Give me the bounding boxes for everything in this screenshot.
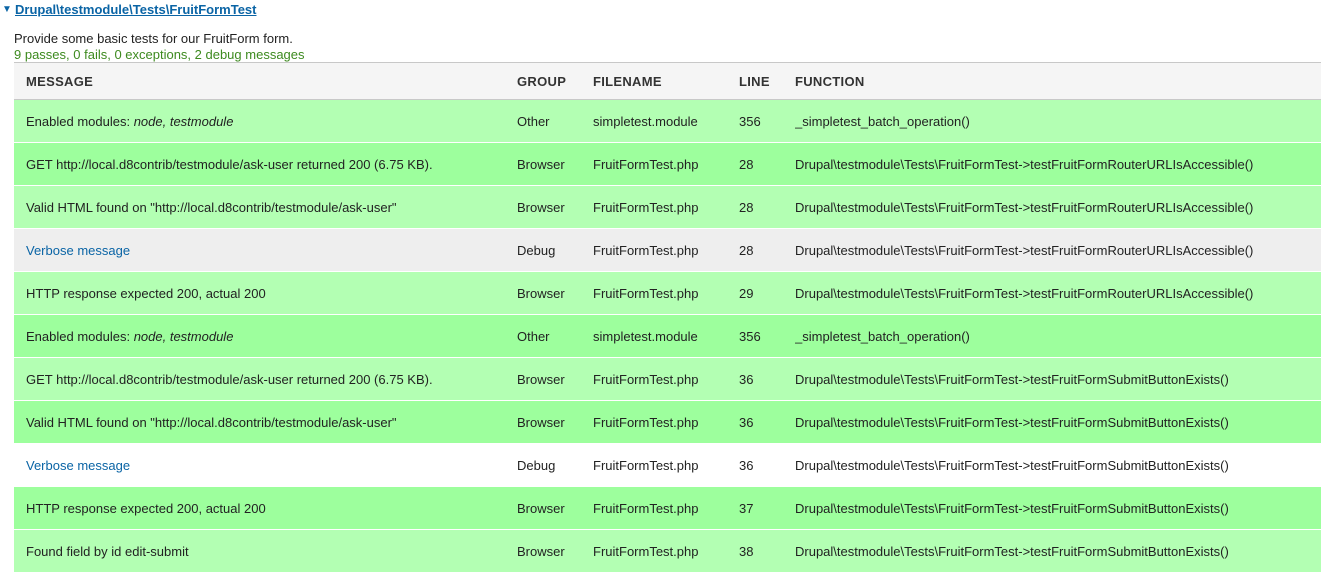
verbose-message-link[interactable]: Verbose message bbox=[26, 458, 130, 473]
test-summary-header[interactable]: ▼ Drupal\testmodule\Tests\FruitFormTest bbox=[0, 0, 257, 20]
cell-line: 28 bbox=[739, 229, 795, 272]
cell-filename: FruitFormTest.php bbox=[593, 530, 739, 572]
cell-group: Browser bbox=[517, 272, 593, 315]
cell-filename: simpletest.module bbox=[593, 315, 739, 358]
cell-function: Drupal\testmodule\Tests\FruitFormTest->t… bbox=[795, 487, 1321, 530]
column-header-function: FUNCTION bbox=[795, 63, 1321, 100]
cell-group: Browser bbox=[517, 401, 593, 444]
cell-line: 28 bbox=[739, 186, 795, 229]
column-header-message: MESSAGE bbox=[14, 63, 517, 100]
column-header-group: GROUP bbox=[517, 63, 593, 100]
cell-message: GET http://local.d8contrib/testmodule/as… bbox=[14, 358, 517, 401]
cell-filename: FruitFormTest.php bbox=[593, 229, 739, 272]
collapse-triangle-icon[interactable]: ▼ bbox=[2, 0, 14, 20]
cell-message: Verbose message bbox=[14, 444, 517, 487]
message-modules: node, testmodule bbox=[134, 114, 234, 129]
test-results-panel: ▼ Drupal\testmodule\Tests\FruitFormTest … bbox=[0, 0, 1321, 569]
table-row: HTTP response expected 200, actual 200 Br… bbox=[14, 487, 1321, 530]
column-header-line: LINE bbox=[739, 63, 795, 100]
cell-line: 29 bbox=[739, 272, 795, 315]
test-class-link[interactable]: Drupal\testmodule\Tests\FruitFormTest bbox=[15, 0, 257, 20]
cell-group: Browser bbox=[517, 143, 593, 186]
cell-message: Enabled modules: node, testmodule bbox=[14, 315, 517, 358]
message-text: Enabled modules: bbox=[26, 329, 134, 344]
results-table-body: Enabled modules: node, testmoduleOthersi… bbox=[14, 100, 1321, 572]
table-row: Found field by id edit-submit BrowserFrui… bbox=[14, 530, 1321, 572]
message-text: GET http://local.d8contrib/testmodule/as… bbox=[26, 372, 433, 387]
table-header-row: MESSAGE GROUP FILENAME LINE FUNCTION bbox=[14, 63, 1321, 100]
message-text: Valid HTML found on "http://local.d8cont… bbox=[26, 200, 397, 215]
cell-filename: FruitFormTest.php bbox=[593, 186, 739, 229]
cell-message: Valid HTML found on "http://local.d8cont… bbox=[14, 401, 517, 444]
cell-line: 28 bbox=[739, 143, 795, 186]
table-row: GET http://local.d8contrib/testmodule/as… bbox=[14, 143, 1321, 186]
cell-line: 356 bbox=[739, 315, 795, 358]
cell-message: Found field by id edit-submit bbox=[14, 530, 517, 572]
message-text: HTTP response expected 200, actual 200 bbox=[26, 501, 266, 516]
cell-message: HTTP response expected 200, actual 200 bbox=[14, 272, 517, 315]
cell-function: Drupal\testmodule\Tests\FruitFormTest->t… bbox=[795, 272, 1321, 315]
cell-function: _simpletest_batch_operation() bbox=[795, 100, 1321, 143]
cell-group: Debug bbox=[517, 444, 593, 487]
cell-message: Verbose message bbox=[14, 229, 517, 272]
cell-line: 37 bbox=[739, 487, 795, 530]
message-text: GET http://local.d8contrib/testmodule/as… bbox=[26, 157, 433, 172]
cell-group: Browser bbox=[517, 487, 593, 530]
table-row: Valid HTML found on "http://local.d8cont… bbox=[14, 401, 1321, 444]
cell-filename: FruitFormTest.php bbox=[593, 401, 739, 444]
column-header-filename: FILENAME bbox=[593, 63, 739, 100]
cell-function: Drupal\testmodule\Tests\FruitFormTest->t… bbox=[795, 358, 1321, 401]
test-description: Provide some basic tests for our FruitFo… bbox=[14, 31, 293, 47]
table-row: Verbose message DebugFruitFormTest.php28D… bbox=[14, 229, 1321, 272]
cell-line: 36 bbox=[739, 358, 795, 401]
cell-message: Valid HTML found on "http://local.d8cont… bbox=[14, 186, 517, 229]
message-text: Enabled modules: bbox=[26, 114, 134, 129]
message-text: HTTP response expected 200, actual 200 bbox=[26, 286, 266, 301]
cell-filename: FruitFormTest.php bbox=[593, 487, 739, 530]
cell-filename: simpletest.module bbox=[593, 100, 739, 143]
cell-group: Other bbox=[517, 315, 593, 358]
cell-line: 36 bbox=[739, 401, 795, 444]
cell-function: Drupal\testmodule\Tests\FruitFormTest->t… bbox=[795, 530, 1321, 572]
cell-line: 38 bbox=[739, 530, 795, 572]
cell-message: HTTP response expected 200, actual 200 bbox=[14, 487, 517, 530]
test-stats: 9 passes, 0 fails, 0 exceptions, 2 debug… bbox=[14, 47, 305, 63]
table-row: HTTP response expected 200, actual 200 Br… bbox=[14, 272, 1321, 315]
cell-group: Browser bbox=[517, 358, 593, 401]
message-text: Found field by id edit-submit bbox=[26, 544, 189, 559]
cell-message: Enabled modules: node, testmodule bbox=[14, 100, 517, 143]
cell-group: Browser bbox=[517, 186, 593, 229]
cell-filename: FruitFormTest.php bbox=[593, 444, 739, 487]
verbose-message-link[interactable]: Verbose message bbox=[26, 243, 130, 258]
cell-filename: FruitFormTest.php bbox=[593, 272, 739, 315]
cell-line: 36 bbox=[739, 444, 795, 487]
message-modules: node, testmodule bbox=[134, 329, 234, 344]
cell-function: _simpletest_batch_operation() bbox=[795, 315, 1321, 358]
cell-function: Drupal\testmodule\Tests\FruitFormTest->t… bbox=[795, 444, 1321, 487]
cell-function: Drupal\testmodule\Tests\FruitFormTest->t… bbox=[795, 186, 1321, 229]
table-row: GET http://local.d8contrib/testmodule/as… bbox=[14, 358, 1321, 401]
table-row: Verbose message DebugFruitFormTest.php36D… bbox=[14, 444, 1321, 487]
cell-group: Browser bbox=[517, 530, 593, 572]
cell-line: 356 bbox=[739, 100, 795, 143]
table-row: Enabled modules: node, testmoduleOthersi… bbox=[14, 100, 1321, 143]
cell-function: Drupal\testmodule\Tests\FruitFormTest->t… bbox=[795, 401, 1321, 444]
cell-group: Other bbox=[517, 100, 593, 143]
cell-message: GET http://local.d8contrib/testmodule/as… bbox=[14, 143, 517, 186]
cell-filename: FruitFormTest.php bbox=[593, 358, 739, 401]
results-table: MESSAGE GROUP FILENAME LINE FUNCTION Ena… bbox=[14, 62, 1321, 572]
table-row: Valid HTML found on "http://local.d8cont… bbox=[14, 186, 1321, 229]
cell-function: Drupal\testmodule\Tests\FruitFormTest->t… bbox=[795, 229, 1321, 272]
table-row: Enabled modules: node, testmoduleOthersi… bbox=[14, 315, 1321, 358]
cell-function: Drupal\testmodule\Tests\FruitFormTest->t… bbox=[795, 143, 1321, 186]
cell-group: Debug bbox=[517, 229, 593, 272]
cell-filename: FruitFormTest.php bbox=[593, 143, 739, 186]
message-text: Valid HTML found on "http://local.d8cont… bbox=[26, 415, 397, 430]
